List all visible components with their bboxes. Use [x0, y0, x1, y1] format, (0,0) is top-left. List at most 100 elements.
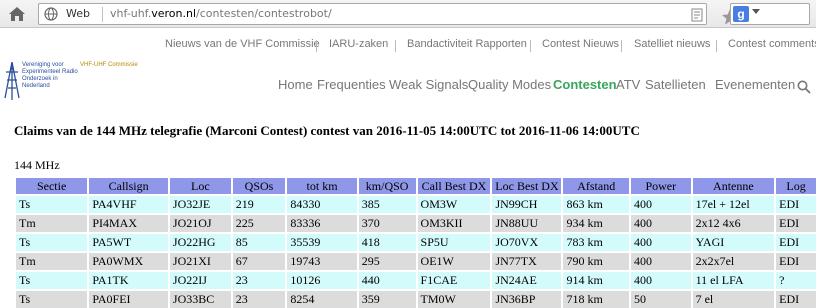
cell-loc: JO22HG — [169, 234, 231, 251]
cell-km-qso: 359 — [358, 291, 416, 308]
cell-loc-best-dx: JO70VX — [492, 234, 562, 251]
cell-tot-km: 84330 — [287, 196, 357, 213]
nav-home[interactable]: Home — [278, 77, 313, 92]
cell-loc-best-dx: JN77TX — [492, 253, 562, 270]
cell-km-qso: 385 — [358, 196, 416, 213]
table-header-row: Sectie Callsign Loc QSOs tot km km/QSO C… — [16, 178, 816, 194]
url-text[interactable]: vhf-uhf.veron.nl/contesten/contestrobot/ — [110, 7, 332, 20]
nav-satellieten[interactable]: Satellieten — [645, 77, 706, 92]
cell-afstand: 863 km — [563, 196, 630, 213]
divider — [395, 40, 396, 52]
nav-quality-modes[interactable]: Quality Modes — [468, 77, 551, 92]
column-header: Afstand — [563, 178, 630, 194]
cell-sectie: Ts — [16, 272, 88, 289]
band-label: 144 MHz — [14, 158, 60, 172]
topnav-contest-comments[interactable]: Contest comments — [728, 38, 816, 50]
cell-antenne: 2x12 4x6 — [692, 215, 775, 232]
cell-qsos: 85 — [232, 234, 286, 251]
cell-log: EDI — [776, 215, 816, 232]
cell-loc: JO22IJ — [169, 272, 231, 289]
cell-qsos: 219 — [232, 196, 286, 213]
nav-contesten[interactable]: Contesten — [553, 77, 617, 92]
table-row: Tm PA0WMX JO21XI 67 19743 295 OE1W JN77T… — [16, 253, 816, 270]
topnav-satelliet-nieuws[interactable]: Satelliet nieuws — [634, 38, 710, 50]
column-header: QSOs — [232, 178, 286, 194]
cell-km-qso: 370 — [358, 215, 416, 232]
cell-call-best-dx: F1CAE — [417, 272, 491, 289]
search-engine-box[interactable]: g — [730, 3, 810, 25]
cell-afstand: 790 km — [563, 253, 630, 270]
cell-km-qso: 295 — [358, 253, 416, 270]
table-row: Tm PI4MAX JO21OJ 225 83336 370 OM3KII JN… — [16, 215, 816, 232]
column-header: Power — [631, 178, 691, 194]
divider — [530, 40, 531, 52]
cell-power: 400 — [631, 253, 691, 270]
cell-sectie: Tm — [16, 215, 88, 232]
cell-callsign: PA0FEI — [89, 291, 168, 308]
cell-antenne: 7 el — [692, 291, 775, 308]
topnav-bandactiviteit[interactable]: Bandactiviteit Rapporten — [407, 38, 527, 50]
cell-antenne: YAGI — [692, 234, 775, 251]
vhf-commissie-text: VHF-UHF Commissie — [80, 62, 138, 68]
cell-log: EDI — [776, 234, 816, 251]
cell-call-best-dx: SP5U — [417, 234, 491, 251]
cell-callsign: PA0WMX — [89, 253, 168, 270]
cell-callsign: PI4MAX — [89, 215, 168, 232]
cell-loc-best-dx: JN88UU — [492, 215, 562, 232]
google-icon: g — [733, 6, 749, 22]
nav-atv[interactable]: ATV — [616, 77, 640, 92]
address-bar[interactable]: Web vhf-uhf.veron.nl/contesten/contestro… — [38, 3, 738, 25]
cell-power: 400 — [631, 272, 691, 289]
topnav-contest-nieuws[interactable]: Contest Nieuws — [542, 38, 619, 50]
search-icon[interactable] — [797, 80, 811, 94]
cell-log: EDI — [776, 291, 816, 308]
topnav-iaru[interactable]: IARU-zaken — [329, 38, 388, 50]
divider — [621, 40, 622, 52]
globe-icon — [44, 7, 58, 21]
table-row: Ts PA0FEI JO33BC 23 8254 359 TM0W JN36BP… — [16, 291, 816, 308]
cell-loc-best-dx: JN99CH — [492, 196, 562, 213]
cell-call-best-dx: OM3W — [417, 196, 491, 213]
cell-antenne: 2x2x7el — [692, 253, 775, 270]
cell-tot-km: 8254 — [287, 291, 357, 308]
cell-loc-best-dx: JN36BP — [492, 291, 562, 308]
column-header: Antenne — [692, 178, 775, 194]
cell-log: EDI — [776, 196, 816, 213]
main-navigation: Home Frequenties Weak Signals Quality Mo… — [0, 77, 816, 97]
column-header: Loc Best DX — [492, 178, 562, 194]
cell-loc-best-dx: JN24AE — [492, 272, 562, 289]
cell-callsign: PA1TK — [89, 272, 168, 289]
page-icon[interactable] — [689, 7, 705, 23]
nav-frequenties[interactable]: Frequenties — [317, 77, 386, 92]
cell-power: 400 — [631, 234, 691, 251]
chevron-down-icon[interactable] — [752, 9, 760, 14]
cell-tot-km: 83336 — [287, 215, 357, 232]
cell-callsign: PA4VHF — [89, 196, 168, 213]
column-header: km/QSO — [358, 178, 416, 194]
cell-afstand: 934 km — [563, 215, 630, 232]
cell-km-qso: 440 — [358, 272, 416, 289]
page-title: Claims van de 144 MHz telegrafie (Marcon… — [14, 123, 640, 138]
cell-qsos: 23 — [232, 291, 286, 308]
cell-loc: JO33BC — [169, 291, 231, 308]
cell-km-qso: 418 — [358, 234, 416, 251]
cell-power: 50 — [631, 291, 691, 308]
cell-antenne: 11 el LFA — [692, 272, 775, 289]
column-header: Log — [776, 178, 816, 194]
cell-loc: JO21OJ — [169, 215, 231, 232]
divider — [716, 40, 717, 52]
divider — [316, 40, 317, 52]
nav-weak-signals[interactable]: Weak Signals — [389, 77, 468, 92]
column-header: Loc — [169, 178, 231, 194]
column-header: Callsign — [89, 178, 168, 194]
table-row: Ts PA5WT JO22HG 85 35539 418 SP5U JO70VX… — [16, 234, 816, 251]
cell-log: ? — [776, 272, 816, 289]
nav-evenementen[interactable]: Evenementen — [715, 77, 795, 92]
column-header: tot km — [287, 178, 357, 194]
home-icon[interactable] — [6, 4, 28, 24]
column-header: Sectie — [16, 178, 88, 194]
topnav-vhf-nieuws[interactable]: Nieuws van de VHF Commissie — [165, 38, 320, 50]
cell-qsos: 23 — [232, 272, 286, 289]
cell-qsos: 225 — [232, 215, 286, 232]
cell-tot-km: 35539 — [287, 234, 357, 251]
